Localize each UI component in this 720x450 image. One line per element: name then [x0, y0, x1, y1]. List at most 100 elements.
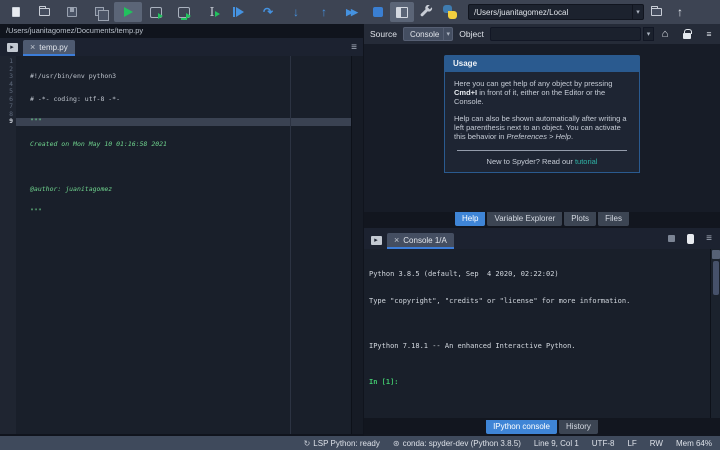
line-number-gutter: 1 2 3 4 5 6 7 8 9	[0, 56, 16, 434]
tab-ipython-console[interactable]: IPython console	[486, 420, 558, 434]
open-folder-icon	[38, 6, 50, 16]
console-line: Python 3.8.5 (default, Sep 4 2020, 02:22…	[369, 270, 559, 278]
browse-working-directory-button[interactable]	[644, 2, 668, 22]
code-line: Created on Mon May 10 01:16:58 2021	[30, 139, 167, 148]
scrollbar-thumb[interactable]	[713, 261, 719, 295]
console-tab-bar: ▸ × Console 1/A ≡	[364, 228, 720, 249]
column-guide-line	[290, 56, 291, 434]
editor-options-menu-icon[interactable]: ≡	[351, 42, 357, 53]
editor-file-path: /Users/juanitagomez/Documents/temp.py	[0, 24, 363, 38]
menu-icon: ≡	[706, 29, 712, 39]
console-tab[interactable]: × Console 1/A	[387, 233, 454, 249]
usage-paragraph-1: Here you can get help of any object by p…	[454, 79, 613, 106]
status-bar: ↻ LSP Python: ready ⊛ conda: spyder-dev …	[0, 436, 720, 450]
object-dropdown-button[interactable]: ▾	[643, 27, 654, 41]
close-icon[interactable]: ×	[30, 43, 35, 52]
parent-directory-button[interactable]: ↑	[668, 2, 692, 22]
help-lookup-bar: Source Console ▾ Object ▾ ⌂ ≡	[364, 24, 720, 44]
step-return-button[interactable]: ↑	[310, 2, 338, 22]
source-combobox[interactable]: Console ▾	[402, 27, 454, 41]
code-line: """	[30, 117, 42, 125]
code-editor[interactable]: 1 2 3 4 5 6 7 8 9 #!/usr/bin/env python3…	[0, 56, 363, 434]
new-file-button[interactable]	[2, 2, 30, 22]
usage-paragraph-2: Help can also be shown automatically aft…	[454, 114, 627, 141]
main-toolbar: I ↷ ↓ ↑ ▶▶ /Users/juanitagomez/Local ▾ ↑	[0, 0, 720, 24]
help-options-menu[interactable]: ≡	[698, 26, 720, 42]
line-number-current: 9	[9, 117, 13, 125]
console-tab-label: Console 1/A	[403, 235, 447, 245]
tab-help[interactable]: Help	[455, 212, 486, 226]
run-file-button[interactable]	[114, 2, 142, 22]
source-label: Source	[370, 29, 397, 39]
ipython-console[interactable]: Python 3.8.5 (default, Sep 4 2020, 02:22…	[364, 249, 720, 418]
browse-tabs-button[interactable]: ▸	[368, 233, 384, 247]
sync-icon: ↻	[303, 438, 311, 448]
run-selection-button[interactable]: I	[198, 2, 226, 22]
usage-title: Usage	[444, 55, 640, 72]
editor-scrollbar[interactable]	[351, 56, 363, 434]
tab-variable-explorer[interactable]: Variable Explorer	[487, 212, 563, 226]
right-pane-tab-bar: Help Variable Explorer Plots Files	[364, 212, 720, 228]
editor-tab-bar: ▸ × temp.py ≡	[0, 38, 363, 56]
chevron-down-icon[interactable]: ▾	[632, 5, 643, 19]
run-cell-button[interactable]	[142, 2, 170, 22]
close-icon[interactable]: ×	[394, 236, 399, 245]
home-button[interactable]: ⌂	[654, 26, 676, 42]
editor-tab-temp-py[interactable]: × temp.py	[23, 40, 75, 56]
source-value: Console	[409, 29, 440, 39]
object-input[interactable]	[489, 27, 641, 41]
maximize-pane-button[interactable]	[390, 2, 414, 22]
console-line: IPython 7.18.1 -- An enhanced Interactiv…	[369, 342, 576, 350]
code-line: #!/usr/bin/env python3	[30, 72, 117, 80]
preferences-button[interactable]	[414, 2, 438, 22]
conda-env-status: ⊛ conda: spyder-dev (Python 3.8.5)	[392, 438, 521, 448]
home-icon: ⌂	[661, 27, 669, 40]
new-console-icon[interactable]	[687, 233, 695, 244]
console-scrollbar[interactable]	[710, 249, 720, 418]
code-line: # -*- coding: utf-8 -*-	[30, 94, 121, 103]
tab-history[interactable]: History	[559, 420, 598, 434]
console-options-menu-icon[interactable]: ≡	[706, 233, 712, 244]
python-logo-icon	[443, 5, 457, 19]
console-line: Type "copyright", "credits" or "license"…	[369, 297, 631, 305]
chevron-down-icon: ▾	[646, 31, 651, 38]
help-pane: Usage Here you can get help of any objec…	[364, 44, 720, 212]
tab-files[interactable]: Files	[598, 212, 629, 226]
divider	[457, 150, 627, 151]
save-all-button[interactable]	[86, 2, 114, 22]
console-toolbar-icons: ≡	[668, 233, 712, 244]
save-icon	[67, 7, 77, 17]
debug-file-button[interactable]	[226, 2, 254, 22]
chevron-down-icon: ▾	[443, 28, 452, 40]
pythonpath-manager-button[interactable]	[438, 2, 462, 22]
run-cell-icon	[150, 6, 163, 19]
run-icon	[123, 7, 133, 17]
memory-status: Mem 64%	[675, 438, 712, 448]
stop-kernel-icon[interactable]	[668, 235, 676, 242]
stop-icon	[373, 7, 383, 17]
save-button[interactable]	[58, 2, 86, 22]
run-cell-advance-button[interactable]	[170, 2, 198, 22]
maximize-pane-icon	[396, 6, 408, 18]
open-file-button[interactable]	[30, 2, 58, 22]
conda-icon: ⊛	[392, 438, 400, 448]
working-directory-combobox[interactable]: /Users/juanitagomez/Local ▾	[468, 4, 644, 20]
lock-button[interactable]	[676, 26, 698, 42]
continue-execution-button[interactable]: ▶▶	[338, 2, 366, 22]
browse-tabs-button[interactable]: ▸	[4, 40, 20, 54]
scroll-up-button[interactable]	[712, 250, 720, 259]
new-file-icon	[12, 7, 20, 17]
object-label: Object	[459, 29, 484, 39]
tutorial-link[interactable]: tutorial	[575, 157, 598, 166]
arrow-up-icon: ↑	[677, 5, 683, 19]
step-into-button[interactable]: ↓	[282, 2, 310, 22]
console-prompt[interactable]: In [1]:	[369, 378, 715, 387]
stop-debugging-button[interactable]	[366, 2, 390, 22]
console-output: Python 3.8.5 (default, Sep 4 2020, 02:22…	[364, 249, 720, 408]
run-current-line-button[interactable]: ↷	[254, 2, 282, 22]
step-curved-arrow-icon: ↷	[262, 5, 274, 19]
save-all-icon	[94, 6, 109, 21]
tab-plots[interactable]: Plots	[564, 212, 597, 226]
